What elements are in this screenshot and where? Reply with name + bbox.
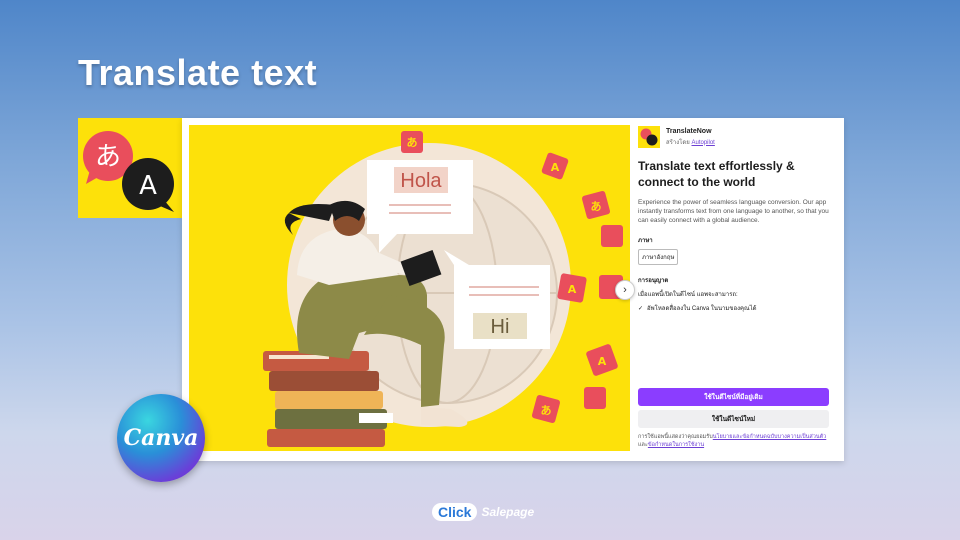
app-logo-icon bbox=[638, 126, 660, 148]
svg-text:あ: あ bbox=[407, 136, 418, 149]
slide-title: Translate text bbox=[78, 52, 318, 93]
svg-text:A: A bbox=[568, 283, 577, 296]
language-label: ภาษา bbox=[638, 238, 653, 244]
app-author-line: สร้างโดย Autopilot bbox=[666, 137, 715, 147]
svg-text:A: A bbox=[598, 355, 607, 368]
checkmark-icon: ✓ bbox=[638, 305, 644, 312]
terms-prefix: การใช้แอพนี้แสดงว่าคุณยอมรับ bbox=[638, 434, 713, 440]
svg-text:A: A bbox=[551, 161, 560, 174]
app-detail-panel: Hola Hi あ A あ A A あ › TranslateNow สร้าง… bbox=[182, 118, 844, 461]
translate-app-icon: あ A bbox=[83, 131, 174, 212]
next-slide-button[interactable]: › bbox=[615, 280, 635, 300]
terms-mid: และ bbox=[638, 442, 648, 448]
privacy-policy-link[interactable]: นโยบายและข้อกำหนดฉบับบางความเป็นส่วนตัว bbox=[713, 434, 827, 440]
salepage-logo-text: Salepage bbox=[481, 505, 535, 519]
kana-glyph: あ bbox=[95, 142, 121, 172]
click-salepage-logo: Click Salepage bbox=[432, 503, 534, 521]
permissions-intro: เมื่อแอพนี้เปิดในดีไซน์ แอพจะสามารถ: bbox=[638, 292, 738, 298]
hi-text: Hi bbox=[491, 316, 510, 338]
chevron-right-icon: › bbox=[623, 284, 627, 296]
terms-text: การใช้แอพนี้แสดงว่าคุณยอมรับนโยบายและข้อ… bbox=[638, 433, 833, 449]
author-link[interactable]: Autopilot bbox=[692, 140, 715, 146]
letter-a-glyph: A bbox=[139, 171, 157, 201]
use-in-new-design-button[interactable]: ใช้ในดีไซน์ใหม่ bbox=[638, 410, 829, 428]
app-description: Experience the power of seamless languag… bbox=[638, 199, 829, 224]
app-preview-illustration: Hola Hi あ A あ A A あ bbox=[189, 125, 630, 451]
canva-logo-text: Canva bbox=[123, 425, 199, 451]
terms-of-use-link[interactable]: ข้อกำหนดในการใช้งาน bbox=[648, 442, 704, 448]
svg-text:あ: あ bbox=[541, 404, 552, 417]
canva-logo-badge: Canva bbox=[117, 394, 205, 482]
author-prefix: สร้างโดย bbox=[666, 139, 690, 146]
permissions-label: การอนุญาต bbox=[638, 278, 669, 284]
permission-item: ✓ อัพโหลดสื่อลงใน Canva ในนามของคุณได้ bbox=[638, 303, 838, 313]
app-icon-tile: あ A bbox=[78, 118, 182, 218]
language-chip: ภาษาอังกฤษ bbox=[638, 249, 679, 265]
click-logo-text: Click bbox=[432, 503, 478, 521]
app-name: TranslateNow bbox=[666, 127, 712, 135]
app-info-sidebar: TranslateNow สร้างโดย Autopilot Translat… bbox=[638, 126, 838, 454]
hola-text: Hola bbox=[400, 170, 442, 192]
app-headline: Translate text effortlessly & connect to… bbox=[638, 159, 795, 189]
permission-text: อัพโหลดสื่อลงใน Canva ในนามของคุณได้ bbox=[647, 306, 757, 312]
use-in-existing-design-button[interactable]: ใช้ในดีไซน์ที่มีอยู่เดิม bbox=[638, 388, 829, 406]
svg-text:あ: あ bbox=[591, 200, 602, 213]
